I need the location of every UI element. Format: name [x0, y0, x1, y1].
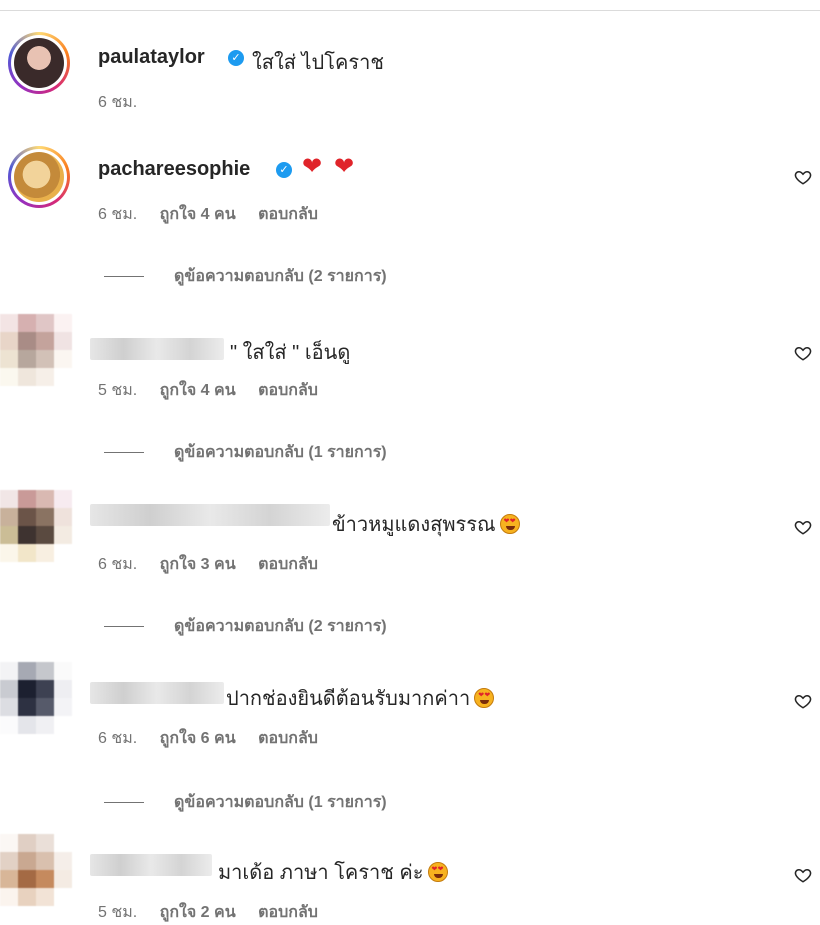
top-divider — [0, 10, 820, 11]
avatar[interactable] — [8, 32, 70, 94]
heart-outline-icon[interactable] — [794, 344, 812, 362]
comment-time[interactable]: 6 ชม. — [98, 94, 137, 111]
heart-outline-icon[interactable] — [794, 866, 812, 884]
reply-button[interactable]: ตอบกลับ — [258, 556, 318, 573]
like-count[interactable]: ถูกใจ 4 คน — [160, 382, 236, 399]
heart-eyes-emoji-icon — [427, 862, 448, 882]
comment-time[interactable]: 6 ชม. — [98, 206, 137, 223]
comment-meta: 6 ชม. ถูกใจ 3 คน ตอบกลับ — [98, 552, 318, 577]
red-heart-emoji-icon: ❤ — [302, 153, 323, 180]
comment-meta: 6 ชม. ถูกใจ 4 คน ตอบกลับ — [98, 202, 318, 227]
reply-button[interactable]: ตอบกลับ — [258, 382, 318, 399]
comment-username[interactable]: paulataylor — [98, 46, 205, 69]
replies-divider — [104, 802, 144, 804]
comment-time[interactable]: 5 ชม. — [98, 904, 137, 921]
view-replies-button[interactable]: ดูข้อความตอบกลับ (1 รายการ) — [104, 790, 387, 815]
avatar[interactable] — [0, 662, 72, 734]
reply-button[interactable]: ตอบกลับ — [258, 904, 318, 921]
comment-time[interactable]: 6 ชม. — [98, 556, 137, 573]
view-replies-label: ดูข้อความตอบกลับ (1 รายการ) — [174, 444, 387, 461]
heart-outline-icon[interactable] — [794, 518, 812, 536]
heart-outline-icon[interactable] — [794, 692, 812, 710]
comment-username-redacted[interactable] — [90, 504, 330, 526]
view-replies-label: ดูข้อความตอบกลับ (2 รายการ) — [174, 618, 387, 635]
comment-text: ใสใส่ ไปโคราช — [252, 52, 384, 74]
red-heart-emoji-icon: ❤ — [334, 153, 355, 180]
avatar[interactable] — [0, 834, 72, 906]
replies-divider — [104, 452, 144, 454]
comment-username-redacted[interactable] — [90, 682, 224, 704]
comment-meta: 6 ชม. ถูกใจ 6 คน ตอบกลับ — [98, 726, 318, 751]
view-replies-label: ดูข้อความตอบกลับ (1 รายการ) — [174, 794, 387, 811]
verified-badge-icon: ✓ — [276, 162, 292, 178]
comment-meta: 5 ชม. ถูกใจ 4 คน ตอบกลับ — [98, 378, 318, 403]
heart-outline-icon[interactable] — [794, 168, 812, 186]
view-replies-button[interactable]: ดูข้อความตอบกลับ (1 รายการ) — [104, 440, 387, 465]
replies-divider — [104, 276, 144, 278]
like-count[interactable]: ถูกใจ 3 คน — [160, 556, 236, 573]
comment-time[interactable]: 6 ชม. — [98, 730, 137, 747]
view-replies-button[interactable]: ดูข้อความตอบกลับ (2 รายการ) — [104, 614, 387, 639]
heart-eyes-emoji-icon — [474, 688, 495, 708]
avatar[interactable] — [0, 314, 72, 386]
heart-eyes-emoji-icon — [499, 514, 520, 534]
comment-time[interactable]: 5 ชม. — [98, 382, 137, 399]
comment-text: ปากช่องยินดีต้อนรับมากค่าา — [226, 682, 495, 714]
like-count[interactable]: ถูกใจ 2 คน — [160, 904, 236, 921]
like-count[interactable]: ถูกใจ 6 คน — [160, 730, 236, 747]
replies-divider — [104, 626, 144, 628]
avatar[interactable] — [8, 146, 70, 208]
comment-text: มาเด้อ ภาษา โคราช ค่ะ — [218, 856, 448, 888]
comment-text: ข้าวหมูแดงสุพรรณ — [332, 508, 520, 540]
comment-meta: 6 ชม. — [98, 90, 137, 115]
comment-username-redacted[interactable] — [90, 854, 212, 876]
avatar[interactable] — [0, 490, 72, 562]
like-count[interactable]: ถูกใจ 4 คน — [160, 206, 236, 223]
comment-username-redacted[interactable] — [90, 338, 224, 360]
reply-button[interactable]: ตอบกลับ — [258, 730, 318, 747]
comment-text: " ใสใส่ " เอ็นดู — [230, 342, 351, 364]
verified-badge-icon: ✓ — [228, 50, 244, 66]
comment-username[interactable]: pachareesophie — [98, 158, 250, 181]
reply-button[interactable]: ตอบกลับ — [258, 206, 318, 223]
view-replies-label: ดูข้อความตอบกลับ (2 รายการ) — [174, 268, 387, 285]
view-replies-button[interactable]: ดูข้อความตอบกลับ (2 รายการ) — [104, 264, 387, 289]
comment-meta: 5 ชม. ถูกใจ 2 คน ตอบกลับ — [98, 900, 318, 925]
